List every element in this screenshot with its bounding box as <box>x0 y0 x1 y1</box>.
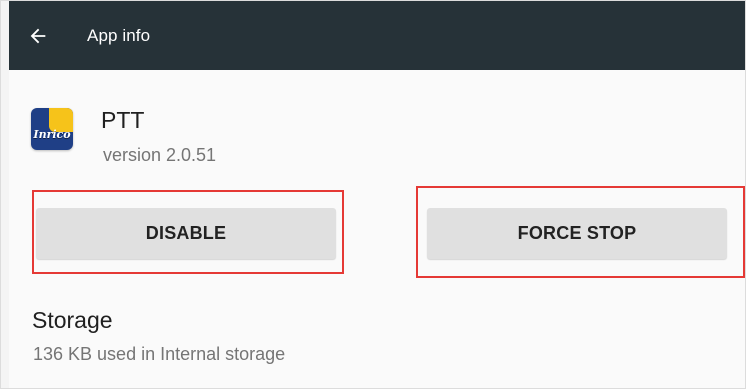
arrow-left-icon <box>27 25 49 47</box>
disable-button[interactable]: DISABLE <box>36 208 336 259</box>
force-stop-button[interactable]: FORCE STOP <box>427 208 727 259</box>
storage-title[interactable]: Storage <box>32 307 113 334</box>
app-info-screen: App info Inrico PTT version 2.0.51 DISAB… <box>0 0 746 389</box>
page-title: App info <box>87 25 151 45</box>
app-icon: Inrico <box>31 108 73 150</box>
app-version: version 2.0.51 <box>103 145 217 165</box>
app-name: PTT <box>101 107 145 133</box>
back-button[interactable] <box>3 1 73 70</box>
app-icon-brand: Inrico <box>33 128 71 141</box>
app-bar: App info <box>9 1 745 70</box>
storage-summary: 136 KB used in Internal storage <box>33 344 286 364</box>
app-info-content: Inrico PTT version 2.0.51 DISABLE FORCE … <box>9 70 745 388</box>
